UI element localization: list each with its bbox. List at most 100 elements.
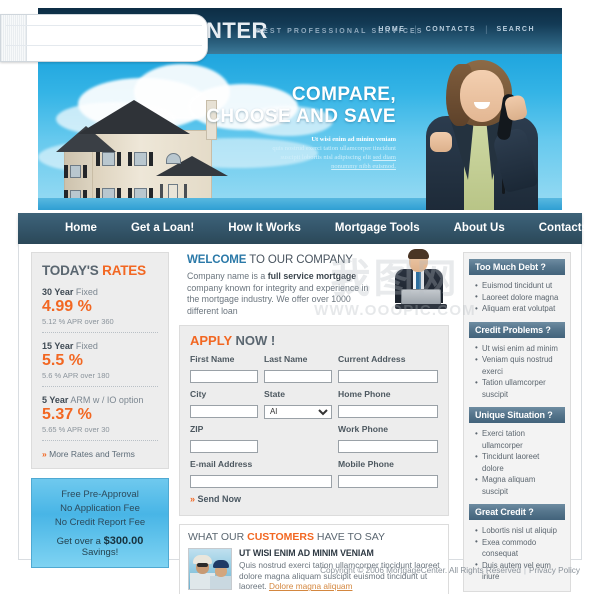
welcome-title-bold: WELCOME bbox=[187, 254, 247, 266]
hero-text-block: COMPARE, CHOOSE AND SAVE Ut wisi enim ad… bbox=[176, 84, 396, 171]
sidebar-list-item[interactable]: Tincidunt laoreet dolore bbox=[475, 451, 563, 474]
hero-headline-line1: COMPARE, bbox=[291, 84, 396, 105]
footer-separator: | bbox=[523, 566, 527, 575]
sidebar-box-list: Euismod tincidunt ut Laoreet dolore magn… bbox=[469, 275, 565, 315]
sidebar-box-list: Exerci tation ullamcorper Tincidunt laor… bbox=[469, 423, 565, 497]
rates-title-highlight: RATES bbox=[102, 263, 146, 278]
page-body: TODAY'S RATES 30 Year Fixed 4.99 % 5.12 … bbox=[18, 244, 582, 594]
rate-term-type: ARM w / IO option bbox=[68, 395, 144, 405]
rate-item: 15 Year Fixed 5.5 % 5.6 % APR over 180 bbox=[42, 341, 158, 380]
rate-divider bbox=[42, 386, 158, 387]
nav-item-about-us[interactable]: About Us bbox=[437, 213, 522, 244]
welcome-body: Company name is a full service mortgage … bbox=[187, 271, 372, 317]
double-chevron-icon: » bbox=[42, 449, 47, 459]
header-nav-home[interactable]: HOME bbox=[369, 26, 414, 33]
first-name-input[interactable] bbox=[190, 370, 258, 383]
promo-list-item: No Credit Report Fee bbox=[54, 517, 146, 528]
main-content: WELCOME TO OUR COMPANY Company name is a… bbox=[179, 249, 449, 594]
sidebar-list-item[interactable]: Laoreet dolore magna bbox=[475, 291, 563, 304]
apply-now-form: APPLY NOW ! First Name Last Name City St… bbox=[179, 325, 449, 516]
testimonial-title-pre: WHAT OUR bbox=[188, 531, 248, 543]
mobile-phone-label: Mobile Phone bbox=[338, 459, 394, 469]
hero-subtext-link1[interactable]: sed diam bbox=[373, 154, 396, 161]
welcome-body-bold: full service mortgage bbox=[267, 271, 357, 281]
promo-list-item: No Application Fee bbox=[60, 503, 140, 514]
sidebar-list-item[interactable]: Veniam quis nostrud exerci bbox=[475, 354, 563, 377]
more-rates-label: More Rates and Terms bbox=[49, 449, 135, 459]
rate-value: 5.37 % bbox=[42, 406, 92, 423]
mobile-phone-input[interactable] bbox=[338, 475, 438, 488]
rate-item: 5 Year ARM w / IO option 5.37 % 5.65 % A… bbox=[42, 395, 158, 434]
work-phone-label: Work Phone bbox=[338, 424, 388, 434]
nav-item-how-it-works[interactable]: How It Works bbox=[211, 213, 318, 244]
sidebar-list-item[interactable]: Exea commodo consequat bbox=[475, 536, 563, 560]
header-nav-search[interactable]: SEARCH bbox=[487, 26, 544, 33]
rate-divider bbox=[42, 332, 158, 333]
nav-item-home[interactable]: Home bbox=[48, 213, 114, 244]
testimonial-heading: UT WISI ENIM AD MINIM VENIAM bbox=[239, 548, 374, 558]
rate-value: 4.99 % bbox=[42, 298, 92, 315]
testimonial-body: Quis nostrud exerci tation ullamcorper t… bbox=[239, 560, 440, 592]
hero-banner: COMPARE, CHOOSE AND SAVE Ut wisi enim ad… bbox=[38, 54, 562, 210]
more-rates-link[interactable]: » More Rates and Terms bbox=[42, 449, 158, 459]
current-address-label: Current Address bbox=[338, 354, 406, 364]
overlay-divider-line bbox=[6, 25, 202, 26]
zip-input[interactable] bbox=[190, 440, 258, 453]
current-address-input[interactable] bbox=[338, 370, 438, 383]
sidebar-list-item[interactable]: Lobortis nisl ut aliquip bbox=[475, 525, 563, 537]
rate-term-type: Fixed bbox=[73, 341, 98, 351]
work-phone-input[interactable] bbox=[338, 440, 438, 453]
state-select[interactable]: Al bbox=[264, 404, 332, 419]
site-footer: Copyright © 2006 MortgageCenter. All Rig… bbox=[18, 566, 582, 575]
rate-divider bbox=[42, 440, 158, 441]
hero-subtext-line2: quis nostrud exerci tation ullamcorper t… bbox=[272, 145, 396, 152]
send-now-button[interactable]: » Send Now bbox=[190, 494, 241, 504]
nav-item-mortgage-tools[interactable]: Mortgage Tools bbox=[318, 213, 437, 244]
businessman-with-laptop-photo bbox=[391, 249, 447, 312]
double-chevron-icon: » bbox=[190, 494, 196, 504]
sidebar-box-title: Great Credit ? bbox=[469, 504, 565, 520]
rate-apr: 5.12 % APR over 360 bbox=[42, 317, 114, 326]
rate-term-years: 5 Year bbox=[42, 395, 69, 405]
sidebar-box-too-much-debt: Too Much Debt ? Euismod tincidunt ut Lao… bbox=[469, 259, 565, 315]
last-name-input[interactable] bbox=[264, 370, 332, 383]
rate-term: 5 Year ARM w / IO option bbox=[42, 395, 158, 405]
woman-with-phone-photo bbox=[402, 58, 552, 210]
header-nav-contacts[interactable]: CONTACTS bbox=[417, 26, 485, 33]
apply-form-title: APPLY NOW ! bbox=[190, 333, 438, 348]
city-input[interactable] bbox=[190, 405, 258, 418]
city-label: City bbox=[190, 389, 207, 399]
header-nav: HOME | CONTACTS | SEARCH bbox=[369, 24, 544, 34]
sidebar-list-item[interactable]: Aliquam erat volutpat bbox=[475, 303, 563, 315]
nav-item-contacts[interactable]: Contacts bbox=[522, 213, 600, 244]
sidebar-list-item[interactable]: Magna aliquam suscipit bbox=[475, 474, 563, 497]
sidebar-list-item[interactable]: Tation ullamcorper suscipit bbox=[475, 377, 563, 400]
sidebar-list-item[interactable]: Ut wisi enim ad minim bbox=[475, 342, 563, 355]
rates-title-plain: TODAY'S bbox=[42, 263, 103, 278]
hero-subtext-link2[interactable]: nonummy nibh euismod. bbox=[331, 163, 396, 170]
testimonial-read-more-link[interactable]: Dolore magna aliquam bbox=[269, 581, 352, 591]
privacy-policy-link[interactable]: Privacy Policy bbox=[529, 566, 580, 575]
sidebar-box-unique-situation: Unique Situation ? Exerci tation ullamco… bbox=[469, 407, 565, 497]
last-name-label: Last Name bbox=[264, 354, 308, 364]
state-label: State bbox=[264, 389, 286, 399]
zip-label: ZIP bbox=[190, 424, 204, 434]
hero-subtext-line3: suscipit lobortis nisl adipiscing elit bbox=[280, 154, 372, 161]
rate-term-years: 30 Year bbox=[42, 287, 74, 297]
promo-savings-text: Get over a $300.00 Savings! bbox=[40, 535, 160, 558]
rate-apr: 5.65 % APR over 30 bbox=[42, 425, 110, 434]
rate-item: 30 Year Fixed 4.99 % 5.12 % APR over 360 bbox=[42, 287, 158, 326]
rate-term: 30 Year Fixed bbox=[42, 287, 158, 297]
promo-savings-pre: Get over a bbox=[56, 536, 104, 547]
main-navigation: Home Get a Loan! How It Works Mortgage T… bbox=[18, 213, 588, 244]
email-input[interactable] bbox=[190, 475, 332, 488]
logo-overlay-panel[interactable] bbox=[0, 14, 208, 62]
promo-savings-amount: $300.00 bbox=[103, 535, 144, 547]
welcome-body-post: company known for integrity and experien… bbox=[187, 282, 369, 316]
sidebar-list-item[interactable]: Euismod tincidunt ut bbox=[475, 280, 563, 292]
welcome-section: WELCOME TO OUR COMPANY Company name is a… bbox=[179, 249, 449, 321]
nav-item-get-a-loan[interactable]: Get a Loan! bbox=[114, 213, 211, 244]
first-name-label: First Name bbox=[190, 354, 235, 364]
home-phone-input[interactable] bbox=[338, 405, 438, 418]
sidebar-list-item[interactable]: Exerci tation ullamcorper bbox=[475, 428, 563, 451]
